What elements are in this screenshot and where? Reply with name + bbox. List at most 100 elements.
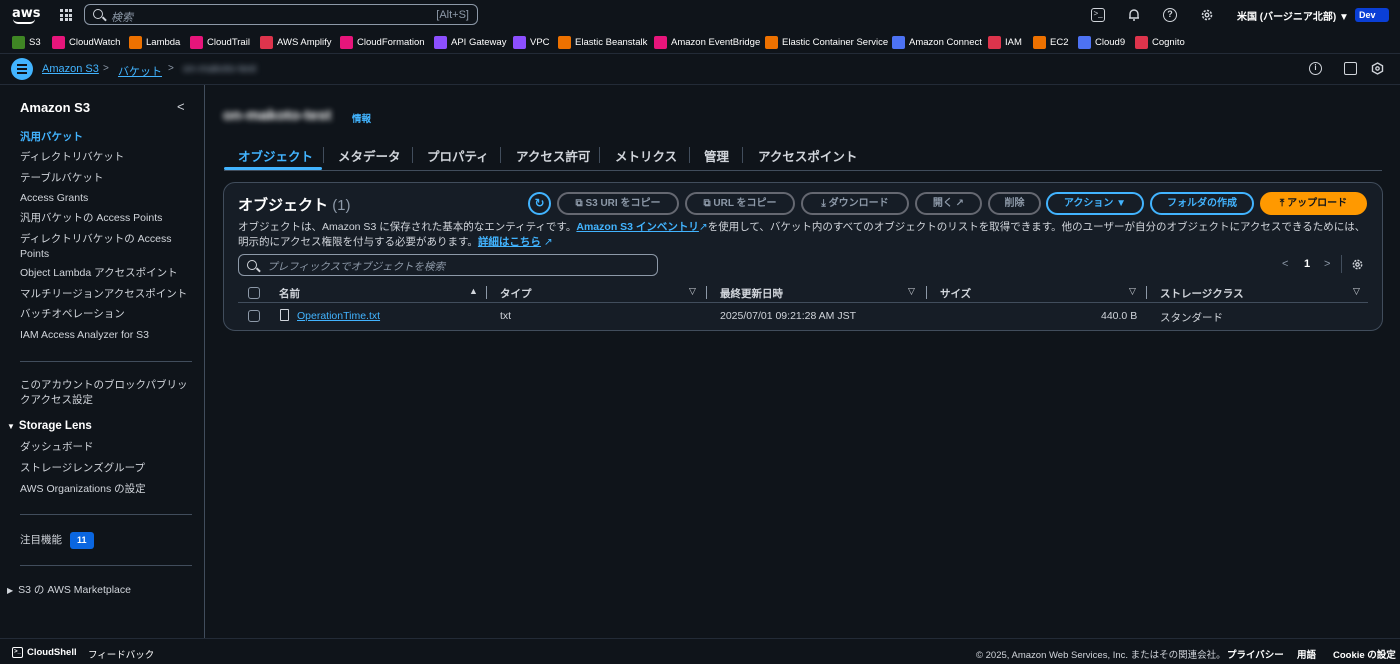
cloudshell-link[interactable]: >_ CloudShell — [12, 647, 77, 658]
column-name[interactable]: 名前 — [279, 286, 300, 301]
column-last-modified[interactable]: 最終更新日時 — [720, 286, 783, 301]
object-name-link[interactable]: OperationTime.txt — [297, 310, 380, 322]
sidebar-item-directory-buckets[interactable]: ディレクトリバケット — [20, 150, 195, 165]
sort-icon[interactable]: ▽ — [1353, 286, 1360, 297]
favorite-iam[interactable]: IAM — [988, 35, 1022, 49]
inventory-link[interactable]: Amazon S3 インベントリ — [576, 221, 699, 233]
previous-page-icon[interactable]: < — [1282, 258, 1288, 270]
current-page[interactable]: 1 — [1304, 258, 1310, 270]
service-icon — [513, 35, 526, 49]
tab-access-points[interactable]: アクセスポイント — [758, 146, 857, 165]
favorite-elastic-beanstalk[interactable]: Elastic Beanstalk — [558, 35, 647, 49]
tab-metrics[interactable]: メトリクス — [615, 146, 677, 165]
hamburger-menu-button[interactable] — [11, 58, 33, 80]
favorite-api-gateway[interactable]: API Gateway — [434, 35, 506, 49]
sort-icon[interactable]: ▽ — [908, 286, 915, 297]
copy-s3-uri-button[interactable]: ⧉ S3 URI をコピー — [557, 192, 679, 215]
sidebar-item-general-buckets[interactable]: 汎用バケット — [20, 130, 195, 145]
tab-permissions[interactable]: アクセス許可 — [516, 146, 590, 165]
actions-dropdown-button[interactable]: アクション ▼ — [1046, 192, 1144, 215]
sidebar-item-access-grants[interactable]: Access Grants — [20, 191, 195, 206]
aws-logo[interactable]: aws — [12, 6, 41, 24]
cloudshell-icon[interactable]: >_ — [1091, 8, 1105, 22]
favorite-elastic-container-service[interactable]: Elastic Container Service — [765, 35, 888, 49]
service-icon — [1135, 35, 1148, 49]
column-type[interactable]: タイプ — [500, 286, 532, 301]
services-grid-icon[interactable] — [60, 9, 72, 21]
bucket-tabs: オブジェクト メタデータ プロパティ アクセス許可 メトリクス 管理 アクセスポ… — [224, 140, 1382, 171]
favorite-label: VPC — [530, 36, 550, 48]
column-size[interactable]: サイズ — [940, 286, 971, 301]
object-search-input[interactable]: プレフィックスでオブジェクトを検索 — [238, 254, 658, 276]
cookie-settings-link[interactable]: Cookie の設定 — [1333, 647, 1396, 661]
region-selector[interactable]: 米国 (バージニア北部) ▼ — [1237, 8, 1349, 23]
sidebar-item-featured[interactable]: 注目機能 11 — [20, 532, 195, 549]
sort-icon[interactable]: ▽ — [1129, 286, 1136, 297]
column-storage-class[interactable]: ストレージクラス — [1160, 286, 1244, 301]
favorite-amazon-eventbridge[interactable]: Amazon EventBridge — [654, 35, 760, 49]
sidebar-item-lens-groups[interactable]: ストレージレンズグループ — [20, 461, 195, 476]
sidebar-item-organizations[interactable]: AWS Organizations の設定 — [20, 482, 195, 497]
favorite-cloud9[interactable]: Cloud9 — [1078, 35, 1125, 49]
favorite-amazon-connect[interactable]: Amazon Connect — [892, 35, 982, 49]
sidebar-item-object-lambda[interactable]: Object Lambda アクセスポイント — [20, 266, 195, 281]
tab-metadata[interactable]: メタデータ — [338, 146, 401, 165]
settings-gear-icon[interactable] — [1200, 8, 1214, 22]
refresh-button[interactable]: ↻ — [528, 192, 551, 215]
favorite-vpc[interactable]: VPC — [513, 35, 550, 49]
favorite-cloudwatch[interactable]: CloudWatch — [52, 35, 120, 49]
sidebar-item-table-buckets[interactable]: テーブルバケット — [20, 171, 195, 186]
breadcrumb-buckets[interactable]: バケット — [118, 63, 162, 79]
sidebar-item-directory-access-points[interactable]: ディレクトリバケットの Access Points — [20, 232, 195, 262]
row-checkbox[interactable] — [248, 310, 260, 322]
global-search-input[interactable]: 検索 [Alt+S] — [84, 4, 478, 25]
sidebar-item-block-public-access[interactable]: このアカウントのブロックパブリックアクセス設定 — [20, 378, 190, 408]
open-button[interactable]: 開く ↗ — [915, 192, 982, 215]
sort-icon[interactable]: ▽ — [689, 286, 696, 297]
favorite-cloudtrail[interactable]: CloudTrail — [190, 35, 250, 49]
sidebar-item-dashboard[interactable]: ダッシュボード — [20, 440, 195, 455]
help-icon[interactable]: ? — [1163, 8, 1177, 22]
sidebar-item-batch-operations[interactable]: バッチオペレーション — [20, 307, 195, 322]
breadcrumb-amazon-s3[interactable]: Amazon S3 — [42, 63, 99, 75]
tab-properties[interactable]: プロパティ — [427, 146, 489, 165]
download-button[interactable]: ⤓ ダウンロード — [801, 192, 909, 215]
privacy-link[interactable]: プライバシー — [1227, 647, 1284, 661]
favorite-s3[interactable]: S3 — [12, 35, 41, 49]
favorite-cognito[interactable]: Cognito — [1135, 35, 1185, 49]
tab-objects[interactable]: オブジェクト — [238, 146, 313, 165]
hexagon-settings-icon[interactable] — [1371, 62, 1384, 75]
favorite-lambda[interactable]: Lambda — [129, 35, 180, 49]
sort-ascending-icon[interactable]: ▲ — [469, 286, 478, 296]
service-icon — [340, 35, 353, 49]
info-link[interactable]: 情報 — [352, 111, 371, 125]
feedback-link[interactable]: フィードバック — [88, 647, 154, 661]
table-preferences-gear-icon[interactable] — [1351, 258, 1364, 274]
sidebar-item-general-access-points[interactable]: 汎用バケットの Access Points — [20, 211, 195, 226]
sidebar-section-storage-lens[interactable]: ▼ Storage Lens — [7, 420, 92, 432]
sidebar-item-marketplace[interactable]: ▶ S3 の AWS Marketplace — [7, 583, 182, 598]
terms-link[interactable]: 用語 — [1297, 647, 1316, 661]
favorite-cloudformation[interactable]: CloudFormation — [340, 35, 425, 49]
create-folder-button[interactable]: フォルダの作成 — [1150, 192, 1254, 215]
next-page-icon[interactable]: > — [1324, 258, 1330, 270]
select-all-checkbox[interactable] — [248, 287, 260, 299]
learn-more-link[interactable]: 詳細はこちら — [478, 236, 541, 248]
account-badge[interactable]: Dev — [1355, 8, 1389, 22]
sidebar-collapse-icon[interactable]: < — [177, 99, 185, 114]
copy-url-button[interactable]: ⧉ URL をコピー — [685, 192, 795, 215]
upload-button[interactable]: ⤒ アップロード — [1260, 192, 1367, 215]
external-link-icon: ↗ — [952, 198, 965, 209]
favorite-ec2[interactable]: EC2 — [1033, 35, 1068, 49]
sidebar-item-iam-analyzer[interactable]: IAM Access Analyzer for S3 — [20, 328, 195, 343]
tab-management[interactable]: 管理 — [704, 146, 729, 165]
footer: >_ CloudShell フィードバック © 2025, Amazon Web … — [0, 638, 1400, 664]
favorite-aws-amplify[interactable]: AWS Amplify — [260, 35, 332, 49]
side-panel-icon[interactable] — [1344, 62, 1357, 75]
service-icon — [12, 35, 25, 49]
delete-button[interactable]: 削除 — [988, 192, 1041, 215]
sidebar-item-multi-region[interactable]: マルチリージョンアクセスポイント — [20, 287, 195, 302]
service-icon — [988, 35, 1001, 49]
notifications-bell-icon[interactable] — [1127, 8, 1141, 22]
info-circle-icon[interactable]: i — [1309, 62, 1322, 75]
